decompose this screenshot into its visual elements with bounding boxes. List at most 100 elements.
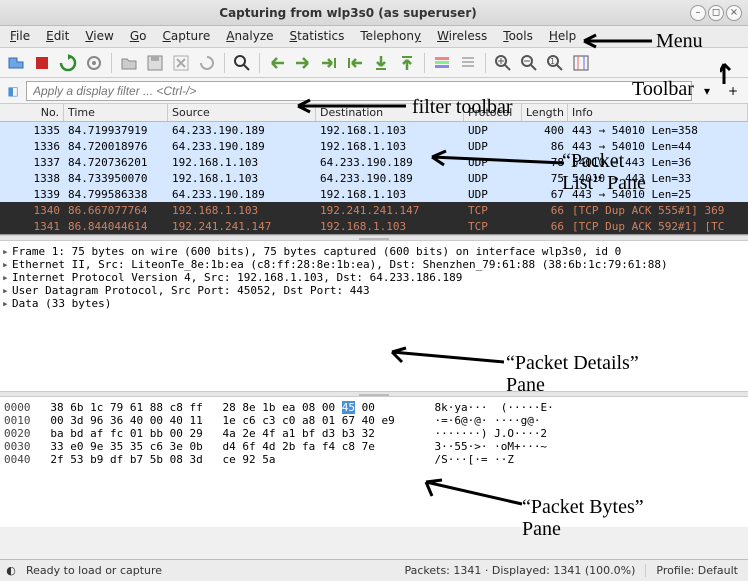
toolbar-separator [424,53,425,73]
window-title: Capturing from wlp3s0 (as superuser) [6,6,690,20]
cell-len: 66 [522,219,568,234]
cell-dst: 64.233.190.189 [316,155,464,170]
open-file-button[interactable] [117,51,141,75]
cell-time: 86.844044614 [64,219,168,234]
menu-go[interactable]: Go [122,26,155,47]
capture-options-button[interactable] [82,51,106,75]
auto-scroll-button[interactable] [395,51,419,75]
zoom-reset-button[interactable]: 1 [543,51,567,75]
resize-all-button[interactable] [569,51,593,75]
toolbar: 1 [0,48,748,78]
menu-analyze[interactable]: Analyze [218,26,281,47]
cell-dst: 192.168.1.103 [316,187,464,202]
col-header-info[interactable]: Info [568,104,748,121]
col-header-destination[interactable]: Destination [316,104,464,121]
cell-no: 1339 [0,187,64,202]
col-header-time[interactable]: Time [64,104,168,121]
cell-dst: 192.168.1.103 [316,219,464,234]
expression-button[interactable]: ▾ [696,81,718,101]
detail-line[interactable]: ▸Data (33 bytes) [2,297,746,310]
menu-edit[interactable]: Edit [38,26,77,47]
packet-rows[interactable]: 133584.71993791964.233.190.189192.168.1.… [0,122,748,234]
go-back-button[interactable] [265,51,289,75]
go-forward-button[interactable] [291,51,315,75]
menu-file[interactable]: File [2,26,38,47]
go-to-packet-button[interactable] [317,51,341,75]
table-row[interactable]: 133684.72001897664.233.190.189192.168.1.… [0,138,748,154]
menu-statistics[interactable]: Statistics [282,26,353,47]
bookmark-icon[interactable]: ◧ [4,82,22,100]
table-row[interactable]: 133784.720736201192.168.1.10364.233.190.… [0,154,748,170]
table-row[interactable]: 134186.844044614192.241.241.147192.168.1… [0,218,748,234]
menu-help[interactable]: Help [541,26,584,47]
cell-dst: 192.168.1.103 [316,139,464,154]
byte-line[interactable]: 0030 33 e0 9e 35 35 c6 3e 0b d4 6f 4d 2b… [4,440,744,453]
cell-proto: UDP [464,139,522,154]
menubar: File Edit View Go Capture Analyze Statis… [0,26,748,48]
table-row[interactable]: 133584.71993791964.233.190.189192.168.1.… [0,122,748,138]
detail-line[interactable]: ▸User Datagram Protocol, Src Port: 45052… [2,284,746,297]
cell-src: 64.233.190.189 [168,187,316,202]
table-row[interactable]: 134086.667077764192.168.1.103192.241.241… [0,202,748,218]
stop-capture-button[interactable] [30,51,54,75]
close-file-button[interactable] [169,51,193,75]
detail-line[interactable]: ▸Internet Protocol Version 4, Src: 192.1… [2,271,746,284]
menu-telephony[interactable]: Telephony [352,26,429,47]
table-row[interactable]: 133984.79958633864.233.190.189192.168.1.… [0,186,748,202]
menu-capture[interactable]: Capture [154,26,218,47]
filter-toolbar: ◧ ▾ + [0,78,748,104]
toolbar-separator [111,53,112,73]
go-last-button[interactable] [369,51,393,75]
cell-info: 443 → 54010 Len=25 [568,187,748,202]
close-button[interactable]: × [726,5,742,21]
zoom-out-button[interactable] [517,51,541,75]
find-packet-button[interactable] [230,51,254,75]
cell-proto: UDP [464,187,522,202]
maximize-button[interactable]: ◻ [708,5,724,21]
byte-line[interactable]: 0000 38 6b 1c 79 61 88 c8 ff 28 8e 1b ea… [4,401,744,414]
toolbar-separator [259,53,260,73]
byte-line[interactable]: 0010 00 3d 96 36 40 00 40 11 1e c6 c3 c0… [4,414,744,427]
cell-src: 64.233.190.189 [168,123,316,138]
cell-src: 192.168.1.103 [168,155,316,170]
cell-no: 1337 [0,155,64,170]
cell-len: 66 [522,203,568,218]
col-header-protocol[interactable]: Protocol [464,104,522,121]
go-first-button[interactable] [343,51,367,75]
packet-details-pane[interactable]: ▸Frame 1: 75 bytes on wire (600 bits), 7… [0,241,748,391]
menu-tools[interactable]: Tools [495,26,541,47]
splitter-list-details[interactable] [0,235,748,241]
menu-wireless[interactable]: Wireless [429,26,495,47]
add-button[interactable]: + [722,81,744,101]
start-capture-button[interactable] [4,51,28,75]
expert-info-icon[interactable]: ◐ [0,564,22,577]
col-header-length[interactable]: Length [522,104,568,121]
save-file-button[interactable] [143,51,167,75]
zoom-in-button[interactable] [491,51,515,75]
status-profile[interactable]: Profile: Default [645,564,748,577]
detail-line[interactable]: ▸Frame 1: 75 bytes on wire (600 bits), 7… [2,245,746,258]
splitter-details-bytes[interactable] [0,391,748,397]
status-packets: Packets: 1341 · Displayed: 1341 (100.0%) [394,564,645,577]
cell-info: 54010 → 443 Len=33 [568,171,748,186]
minimize-button[interactable]: – [690,5,706,21]
col-header-no[interactable]: No. [0,104,64,121]
resize-columns-button[interactable] [456,51,480,75]
status-left: Ready to load or capture [22,564,394,577]
cell-len: 400 [522,123,568,138]
cell-time: 84.719937919 [64,123,168,138]
packet-bytes-pane[interactable]: 0000 38 6b 1c 79 61 88 c8 ff 28 8e 1b ea… [0,397,748,527]
cell-no: 1338 [0,171,64,186]
menu-view[interactable]: View [77,26,121,47]
cell-info: 54010 → 443 Len=36 [568,155,748,170]
byte-line[interactable]: 0020 ba bd af fc 01 bb 00 29 4a 2e 4f a1… [4,427,744,440]
table-row[interactable]: 133884.733950070192.168.1.10364.233.190.… [0,170,748,186]
colorize-button[interactable] [430,51,454,75]
restart-capture-button[interactable] [56,51,80,75]
col-header-source[interactable]: Source [168,104,316,121]
byte-line[interactable]: 0040 2f 53 b9 df b7 5b 08 3d ce 92 5a /S… [4,453,744,466]
statusbar: ◐ Ready to load or capture Packets: 1341… [0,559,748,581]
display-filter-input[interactable] [26,81,692,101]
reload-button[interactable] [195,51,219,75]
detail-line[interactable]: ▸Ethernet II, Src: LiteonTe_8e:1b:ea (c8… [2,258,746,271]
